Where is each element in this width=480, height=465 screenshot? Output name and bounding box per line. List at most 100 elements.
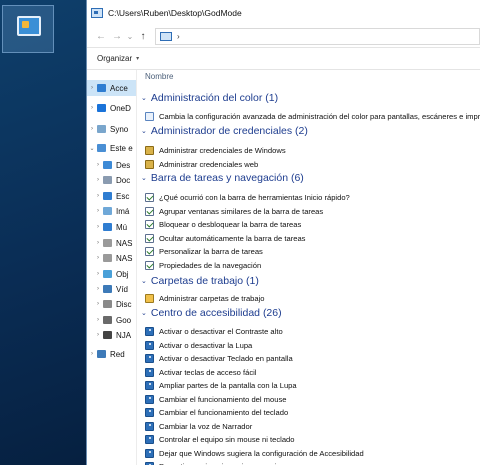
expand-chevron-icon[interactable]: ›	[93, 255, 103, 261]
back-button[interactable]: ←	[93, 31, 109, 42]
organize-button[interactable]: Organizar	[97, 54, 132, 63]
list-item[interactable]: Bloquear o desbloquear la barra de tarea…	[145, 218, 301, 231]
sidebar-item[interactable]: › Obj	[87, 266, 136, 282]
expand-chevron-icon[interactable]: ›	[93, 224, 103, 230]
list-item[interactable]: Cambiar el funcionamiento del teclado	[145, 406, 288, 419]
recent-locations-button[interactable]: ⌄	[125, 32, 135, 41]
group-title: Barra de tareas y navegación (6)	[150, 172, 304, 184]
expand-chevron-icon[interactable]: ›	[93, 193, 103, 199]
sidebar-item-label: NJA	[116, 330, 132, 340]
sidebar-item[interactable]: › NAS	[87, 250, 136, 266]
list-item-label: Ampliar partes de la pantalla con la Lup…	[159, 381, 297, 390]
up-button[interactable]: ↑	[135, 31, 151, 42]
list-item[interactable]: Cambia la configuración avanzada de admi…	[145, 110, 480, 123]
list-item[interactable]: Desactivar animaciones innecesarias	[145, 460, 284, 465]
acc-item-icon	[145, 354, 154, 363]
expand-chevron-icon[interactable]: ›	[93, 301, 103, 307]
group-header[interactable]: ⌄ Centro de accesibilidad (26)	[141, 307, 282, 319]
list-item[interactable]: Ocultar automáticamente la barra de tare…	[145, 232, 305, 245]
list-item[interactable]: Administrar credenciales web	[145, 158, 258, 171]
expand-chevron-icon[interactable]: ›	[93, 286, 103, 292]
list-item[interactable]: Personalizar la barra de tareas	[145, 245, 263, 258]
collapse-chevron-icon[interactable]: ⌄	[141, 309, 147, 317]
expand-chevron-icon[interactable]: ›	[93, 177, 103, 183]
sidebar-item-label: Disc	[116, 299, 132, 309]
location-icon	[103, 192, 112, 200]
sidebar-item[interactable]: › NJA	[87, 327, 136, 343]
group-header[interactable]: ⌄ Administrador de credenciales (2)	[141, 125, 308, 137]
location-icon	[103, 223, 112, 231]
list-item[interactable]: Agrupar ventanas similares de la barra d…	[145, 205, 323, 218]
list-item[interactable]: Activar o desactivar el Contraste alto	[145, 325, 283, 338]
sidebar-item[interactable]: › OneD	[87, 100, 136, 116]
sidebar-item[interactable]: › Víd	[87, 281, 136, 297]
group-header[interactable]: ⌄ Carpetas de trabajo (1)	[141, 275, 259, 287]
sidebar-item-label: Esc	[116, 191, 130, 201]
task-item-icon	[145, 260, 154, 270]
expand-chevron-icon[interactable]: ›	[87, 105, 97, 111]
sidebar-item[interactable]: › Syno	[87, 121, 136, 137]
expand-chevron-icon[interactable]: ⌄	[87, 145, 97, 152]
location-icon	[103, 300, 112, 308]
column-header-name[interactable]: Nombre	[145, 72, 173, 81]
group-title: Administración del color (1)	[150, 92, 279, 104]
expand-chevron-icon[interactable]: ›	[87, 85, 97, 91]
expand-chevron-icon[interactable]: ›	[93, 162, 103, 168]
address-bar[interactable]: ›	[155, 28, 480, 45]
sidebar-item[interactable]: › NAS	[87, 235, 136, 251]
sidebar-item-label: Imá	[116, 206, 130, 216]
forward-button[interactable]: →	[109, 31, 125, 42]
location-icon	[103, 285, 112, 293]
expand-chevron-icon[interactable]: ›	[93, 317, 103, 323]
list-item-label: Personalizar la barra de tareas	[159, 247, 263, 256]
group-title: Administrador de credenciales (2)	[150, 125, 308, 137]
list-item-label: Agrupar ventanas similares de la barra d…	[159, 206, 324, 216]
list-item[interactable]: Controlar el equipo sin mouse ni teclado	[145, 433, 295, 446]
sidebar-item[interactable]: › Goo	[87, 312, 136, 328]
expand-chevron-icon[interactable]: ›	[87, 126, 97, 132]
list-item[interactable]: Administrar credenciales de Windows	[145, 144, 286, 157]
sidebar-item[interactable]: › Red	[87, 346, 136, 362]
location-icon	[103, 207, 112, 215]
expand-chevron-icon[interactable]: ›	[93, 240, 103, 246]
collapse-chevron-icon[interactable]: ⌄	[141, 174, 147, 182]
sidebar-item[interactable]: › Imá	[87, 203, 136, 219]
task-item-icon	[145, 206, 154, 216]
collapse-chevron-icon[interactable]: ⌄	[141, 277, 147, 285]
acc-item-icon	[145, 421, 154, 431]
list-item[interactable]: Cambiar la voz de Narrador	[145, 420, 252, 433]
list-item[interactable]: Activar teclas de acceso fácil	[145, 366, 257, 379]
expand-chevron-icon[interactable]: ›	[93, 208, 103, 214]
list-item[interactable]: Cambiar el funcionamiento del mouse	[145, 393, 286, 406]
list-item[interactable]: Ampliar partes de la pantalla con la Lup…	[145, 379, 297, 392]
list-item[interactable]: Dejar que Windows sugiera la configuraci…	[145, 447, 364, 460]
list-item[interactable]: Activar o desactivar Teclado en pantalla	[145, 352, 293, 365]
expand-chevron-icon[interactable]: ›	[93, 332, 103, 338]
list-item[interactable]: Activar o desactivar la Lupa	[145, 339, 252, 352]
list-item-label: Activar teclas de acceso fácil	[159, 367, 257, 377]
sidebar-item[interactable]: › Doc	[87, 172, 136, 188]
navigation-pane[interactable]: › Acce › OneD › Syno ⌄ Este e › Des › Doc › Esc › Imá › M…	[87, 70, 137, 465]
location-icon	[97, 125, 106, 133]
sidebar-item[interactable]: › Acce	[87, 80, 136, 96]
list-item[interactable]: Propiedades de la navegación	[145, 259, 261, 272]
location-icon	[103, 270, 112, 278]
list-item[interactable]: ¿Qué ocurrió con la barra de herramienta…	[145, 191, 350, 204]
collapse-chevron-icon[interactable]: ⌄	[141, 94, 147, 102]
desktop-godmode-shortcut[interactable]	[2, 5, 54, 53]
collapse-chevron-icon[interactable]: ⌄	[141, 127, 147, 135]
group-header[interactable]: ⌄ Barra de tareas y navegación (6)	[141, 172, 304, 184]
location-icon	[97, 350, 106, 358]
sidebar-item[interactable]: › Disc	[87, 296, 136, 312]
sidebar-item[interactable]: › Esc	[87, 188, 136, 204]
group-title: Carpetas de trabajo (1)	[150, 275, 259, 287]
location-icon	[103, 316, 112, 324]
expand-chevron-icon[interactable]: ›	[87, 351, 97, 357]
expand-chevron-icon[interactable]: ›	[93, 271, 103, 277]
sidebar-item[interactable]: › Des	[87, 157, 136, 173]
location-icon	[103, 331, 112, 339]
sidebar-item[interactable]: › Mú	[87, 219, 136, 235]
sidebar-item[interactable]: ⌄ Este e	[87, 140, 136, 156]
list-item[interactable]: Administrar carpetas de trabajo	[145, 292, 265, 305]
group-header[interactable]: ⌄ Administración del color (1)	[141, 92, 278, 104]
